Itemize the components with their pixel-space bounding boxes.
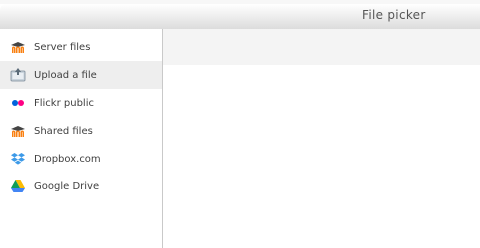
google-drive-icon	[10, 178, 26, 194]
moodle-icon	[10, 39, 26, 55]
content-area	[163, 65, 480, 244]
content-toolbar	[163, 29, 480, 69]
repository-sidebar: Server files Upload a file Flickr public…	[0, 29, 163, 248]
sidebar-item-upload-a-file[interactable]: Upload a file	[0, 61, 162, 89]
sidebar-item-label: Dropbox.com	[34, 153, 101, 165]
upload-icon	[10, 67, 26, 83]
sidebar-item-label: Upload a file	[34, 69, 97, 81]
sidebar-item-shared-files[interactable]: Shared files	[0, 117, 162, 145]
sidebar-item-label: Flickr public	[34, 97, 94, 109]
dialog-title: File picker	[362, 8, 426, 22]
file-picker-dialog: File picker Server files Upload a file F…	[0, 4, 480, 248]
sidebar-item-server-files[interactable]: Server files	[0, 33, 162, 61]
dropbox-icon	[10, 151, 26, 167]
moodle-icon	[10, 123, 26, 139]
sidebar-item-google-drive[interactable]: Google Drive	[0, 172, 162, 200]
sidebar-item-label: Server files	[34, 41, 91, 53]
flickr-icon	[10, 95, 26, 111]
dialog-titlebar[interactable]: File picker	[0, 4, 480, 30]
sidebar-item-dropbox[interactable]: Dropbox.com	[0, 145, 162, 173]
sidebar-item-label: Google Drive	[34, 180, 100, 192]
sidebar-item-label: Shared files	[34, 125, 93, 137]
sidebar-item-flickr-public[interactable]: Flickr public	[0, 89, 162, 117]
